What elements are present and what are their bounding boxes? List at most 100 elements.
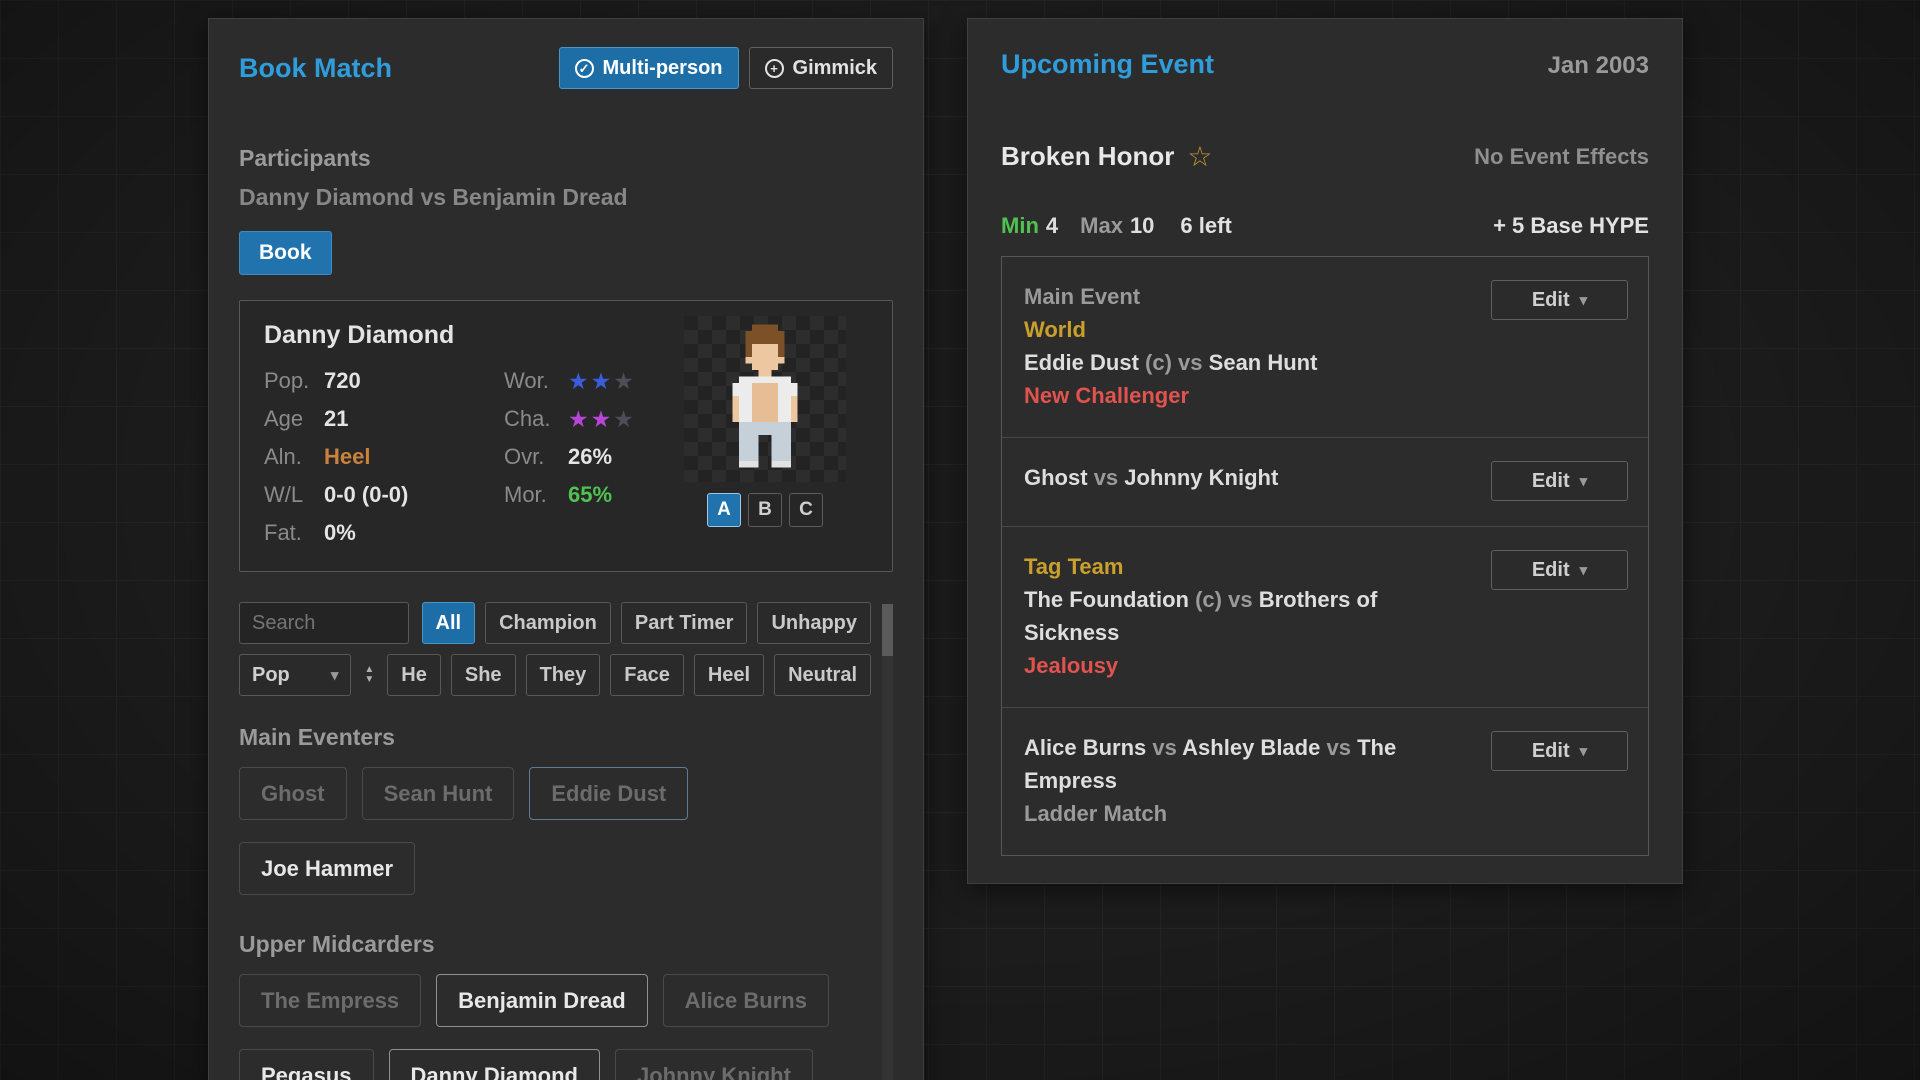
event-effects-label: No Event Effects xyxy=(1474,143,1649,169)
book-match-header: Book Match ✓ Multi-person + Gimmick xyxy=(239,47,893,89)
charisma-stars: ★★★ xyxy=(568,406,636,433)
match-item: Main Event World Eddie Dust (c) vs Sean … xyxy=(1002,257,1648,437)
sort-direction-icon[interactable]: ▲ ▼ xyxy=(361,665,377,685)
participant-name: Sean Hunt xyxy=(1208,350,1318,375)
roster-grid-main-eventers: Ghost Sean Hunt Eddie Dust Joe Hammer xyxy=(239,767,871,895)
stat-row: Fat. 0% xyxy=(264,514,504,552)
stat-label: Cha. xyxy=(504,406,551,431)
championship-label: Tag Team xyxy=(1024,554,1124,579)
roster-scrollbar-thumb[interactable] xyxy=(882,604,893,656)
filter-champion-button[interactable]: Champion xyxy=(485,602,611,644)
caret-down-icon: ▾ xyxy=(1579,743,1588,760)
stat-value-alignment: Heel xyxy=(324,444,371,469)
event-counts-row: Min 4 Max 10 6 left + 5 Base HYPE xyxy=(1001,213,1649,239)
edit-label: Edit xyxy=(1531,739,1570,762)
stat-label: Pop. xyxy=(264,368,310,393)
match-item: Tag Team The Foundation (c) vs Brothers … xyxy=(1002,526,1648,707)
workrate-stars: ★★★ xyxy=(568,368,636,395)
participant-name: Eddie Dust xyxy=(1024,350,1139,375)
min-label: Min xyxy=(1001,213,1039,238)
wrestler-button[interactable]: Ghost xyxy=(239,767,347,820)
wrestler-button[interactable]: The Empress xyxy=(239,974,422,1027)
filter-he-button[interactable]: He xyxy=(387,654,441,696)
avatar-checkerboard xyxy=(684,316,846,482)
vs-label: vs xyxy=(1152,735,1177,760)
roster-scrollbar[interactable] xyxy=(882,604,893,1080)
star-icon: ★ xyxy=(590,405,614,432)
edit-label: Edit xyxy=(1531,288,1570,311)
championship-label: World xyxy=(1024,317,1086,342)
participants-value: Danny Diamond vs Benjamin Dread xyxy=(239,184,628,210)
filter-row-1: All Champion Part Timer Unhappy xyxy=(239,602,871,644)
gimmick-button[interactable]: + Gimmick xyxy=(748,47,893,89)
filter-face-button[interactable]: Face xyxy=(610,654,684,696)
multi-person-button[interactable]: ✓ Multi-person xyxy=(558,47,739,89)
wrestler-button[interactable]: Eddie Dust xyxy=(529,767,689,820)
book-button[interactable]: Book xyxy=(239,231,332,275)
match-participants: The Foundation (c) vs Brothers of Sickne… xyxy=(1024,583,1454,649)
stat-label: Aln. xyxy=(264,444,302,469)
roster-heading-main-eventers: Main Eventers xyxy=(239,724,395,750)
match-item: Ghost vs Johnny Knight Edit ▾ xyxy=(1002,437,1648,526)
gimmick-label: Gimmick xyxy=(792,56,877,79)
vs-label: vs xyxy=(1228,587,1253,612)
stat-row: Pop. 720 xyxy=(264,362,504,400)
portrait-tabs: A B C xyxy=(684,493,846,527)
wrestler-button[interactable]: Sean Hunt xyxy=(361,767,515,820)
sort-selected-value: Pop xyxy=(252,663,290,686)
event-name-row: Broken Honor ☆ No Event Effects xyxy=(1001,140,1649,173)
vs-label: vs xyxy=(1093,465,1119,490)
wrestler-button[interactable]: Joe Hammer xyxy=(239,842,416,895)
match-note: New Challenger xyxy=(1024,383,1190,408)
champion-mark: (c) xyxy=(1145,350,1172,375)
edit-label: Edit xyxy=(1531,469,1570,492)
filter-neutral-button[interactable]: Neutral xyxy=(774,654,871,696)
check-circle-icon: ✓ xyxy=(574,58,594,78)
filter-all-button[interactable]: All xyxy=(421,602,476,644)
portrait-tab-c[interactable]: C xyxy=(789,493,823,527)
filter-they-button[interactable]: They xyxy=(525,654,601,696)
plus-circle-icon: + xyxy=(764,58,784,78)
filter-unhappy-button[interactable]: Unhappy xyxy=(757,602,871,644)
favorite-star-icon[interactable]: ☆ xyxy=(1187,140,1212,173)
portrait-tab-b[interactable]: B xyxy=(748,493,782,527)
edit-button[interactable]: Edit ▾ xyxy=(1491,550,1628,590)
wrestler-button[interactable]: Danny Diamond xyxy=(388,1049,600,1080)
wrestler-button[interactable]: Alice Burns xyxy=(662,974,829,1027)
wrestler-button[interactable]: Benjamin Dread xyxy=(436,974,648,1027)
champion-mark: (c) xyxy=(1195,587,1222,612)
filter-part-timer-button[interactable]: Part Timer xyxy=(620,602,748,644)
match-stipulation: Ladder Match xyxy=(1024,801,1168,826)
match-note: Jealousy xyxy=(1024,653,1119,678)
wrestler-button[interactable]: Pegasus xyxy=(239,1049,374,1080)
stat-value-morale: 65% xyxy=(568,482,613,507)
stat-row: W/L 0-0 (0-0) xyxy=(264,476,504,514)
participants-heading: Participants xyxy=(239,145,371,171)
stat-row: Age 21 xyxy=(264,400,504,438)
participant-name: Ashley Blade xyxy=(1182,735,1321,760)
slots-left: 6 left xyxy=(1180,213,1232,238)
star-icon: ★ xyxy=(613,405,636,432)
portrait-tab-a[interactable]: A xyxy=(707,493,741,527)
book-match-panel: Book Match ✓ Multi-person + Gimmick Part… xyxy=(208,18,924,1080)
wrestler-button[interactable]: Johnny Knight xyxy=(614,1049,813,1080)
sort-select[interactable]: Pop ▾ xyxy=(239,654,352,696)
edit-button[interactable]: Edit ▾ xyxy=(1491,731,1628,771)
edit-button[interactable]: Edit ▾ xyxy=(1491,461,1628,501)
search-input[interactable] xyxy=(239,602,409,644)
star-icon: ★ xyxy=(613,367,636,394)
stat-value: 0% xyxy=(324,520,356,545)
upcoming-event-header: Upcoming Event Jan 2003 xyxy=(1001,49,1649,80)
participant-name: The Foundation xyxy=(1024,587,1189,612)
vs-label: vs xyxy=(1178,350,1203,375)
participant-name: Alice Burns xyxy=(1024,735,1147,760)
match-item: Alice Burns vs Ashley Blade vs The Empre… xyxy=(1002,707,1648,855)
filter-heel-button[interactable]: Heel xyxy=(693,654,765,696)
caret-down-icon: ▾ xyxy=(1579,562,1588,579)
event-name: Broken Honor xyxy=(1001,141,1175,171)
stat-value: 0-0 (0-0) xyxy=(324,482,409,507)
filter-she-button[interactable]: She xyxy=(450,654,516,696)
stat-label: Ovr. xyxy=(504,444,545,469)
match-participants: Eddie Dust (c) vs Sean Hunt xyxy=(1024,346,1454,379)
edit-button[interactable]: Edit ▾ xyxy=(1491,280,1628,320)
